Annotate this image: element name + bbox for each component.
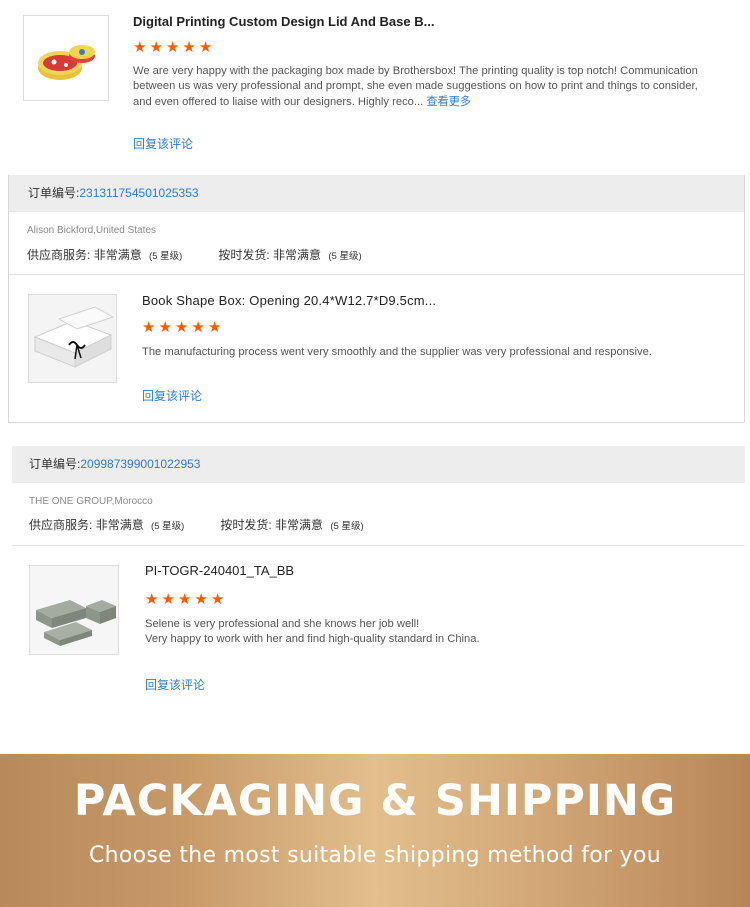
- banner-title: PACKAGING & SHIPPING: [73, 776, 677, 826]
- gray-boxes-image: [30, 566, 118, 654]
- product-title[interactable]: PI-TOGR-240401_TA_BB: [145, 563, 294, 578]
- star-icon: ★: [161, 591, 176, 608]
- on-time-delivery-rating: 按时发货: 非常满意 (5 星级): [218, 246, 361, 263]
- supplier-service-rating: 供应商服务: 非常满意 (5 星级): [29, 516, 184, 533]
- star-icon: ★: [149, 39, 164, 56]
- order-header: 订单编号:209987399001022953: [12, 446, 745, 483]
- star-icon: ★: [145, 591, 160, 608]
- product-title[interactable]: Digital Printing Custom Design Lid And B…: [133, 14, 434, 29]
- review-card: Digital Printing Custom Design Lid And B…: [0, 0, 750, 172]
- banner-subtitle: Choose the most suitable shipping method…: [89, 843, 661, 868]
- product-title[interactable]: Book Shape Box: Opening 20.4*W12.7*D9.5c…: [142, 293, 436, 308]
- product-thumbnail[interactable]: [29, 565, 119, 655]
- order-number-link[interactable]: 231311754501025353: [79, 186, 198, 200]
- rating-level: (5 星级): [149, 251, 183, 262]
- on-time-delivery-rating: 按时发货: 非常满意 (5 星级): [220, 516, 363, 533]
- tin-box-image: [24, 16, 108, 100]
- order-number-label: 订单编号:: [28, 186, 80, 200]
- product-thumbnail[interactable]: [28, 294, 117, 383]
- rating-summary: 供应商服务: 非常满意 (5 星级) 按时发货: 非常满意 (5 星级): [27, 246, 362, 263]
- star-icon: ★: [182, 39, 197, 56]
- rating-label: 按时发货:: [220, 518, 272, 532]
- rating-label: 供应商服务:: [29, 518, 93, 532]
- order-review-block: 订单编号:231311754501025353 Alison Bickford,…: [8, 175, 745, 423]
- star-icon: ★: [198, 39, 214, 56]
- star-rating: ★ ★ ★ ★ ★: [145, 592, 225, 608]
- rating-value: 非常满意: [273, 248, 322, 262]
- buyer-name: THE ONE GROUP,Morocco: [29, 496, 153, 507]
- reply-review-link[interactable]: 回复该评论: [133, 135, 193, 152]
- rating-label: 供应商服务:: [27, 248, 91, 262]
- star-icon: ★: [207, 319, 223, 336]
- rating-level: (5 星级): [151, 521, 185, 532]
- review-line: Selene is very professional and she know…: [145, 618, 420, 630]
- star-icon: ★: [210, 591, 226, 608]
- order-review-block: 订单编号:209987399001022953 THE ONE GROUP,Mo…: [12, 446, 745, 728]
- rating-label: 按时发货:: [218, 248, 270, 262]
- review-line: Very happy to work with her and find hig…: [145, 633, 480, 646]
- star-icon: ★: [165, 39, 181, 56]
- rating-summary: 供应商服务: 非常满意 (5 星级) 按时发货: 非常满意 (5 星级): [29, 516, 364, 533]
- buyer-name: Alison Bickford,United States: [27, 225, 156, 236]
- review-body: We are very happy with the packaging box…: [133, 65, 698, 108]
- supplier-service-rating: 供应商服务: 非常满意 (5 星级): [27, 246, 182, 263]
- review-text: Selene is very professional and she know…: [145, 617, 705, 648]
- packaging-shipping-banner: PACKAGING & SHIPPING Choose the most sui…: [0, 754, 750, 907]
- rating-value: 非常满意: [275, 518, 324, 532]
- star-icon: ★: [194, 591, 209, 608]
- product-thumbnail[interactable]: [23, 15, 109, 101]
- view-more-link[interactable]: 查看更多: [426, 96, 471, 108]
- review-text: We are very happy with the packaging box…: [133, 64, 699, 110]
- rating-level: (5 星级): [330, 521, 364, 532]
- star-icon: ★: [142, 319, 157, 336]
- reply-review-link[interactable]: 回复该评论: [145, 676, 205, 693]
- rating-level: (5 星级): [328, 251, 362, 262]
- book-box-image: [29, 295, 116, 382]
- divider: [9, 274, 744, 275]
- star-icon: ★: [191, 319, 206, 336]
- rating-value: 非常满意: [95, 518, 144, 532]
- star-rating: ★ ★ ★ ★ ★: [142, 320, 222, 336]
- divider: [12, 545, 745, 546]
- order-header: 订单编号:231311754501025353: [9, 175, 744, 212]
- order-number-label: 订单编号:: [29, 457, 81, 471]
- reply-review-link[interactable]: 回复该评论: [142, 387, 202, 404]
- star-icon: ★: [158, 319, 173, 336]
- star-icon: ★: [177, 591, 193, 608]
- rating-value: 非常满意: [93, 248, 142, 262]
- review-text: The manufacturing process went very smoo…: [142, 346, 652, 358]
- order-number-link[interactable]: 209987399001022953: [80, 457, 200, 471]
- star-icon: ★: [133, 39, 148, 56]
- star-icon: ★: [174, 319, 190, 336]
- star-rating: ★ ★ ★ ★ ★: [133, 40, 213, 56]
